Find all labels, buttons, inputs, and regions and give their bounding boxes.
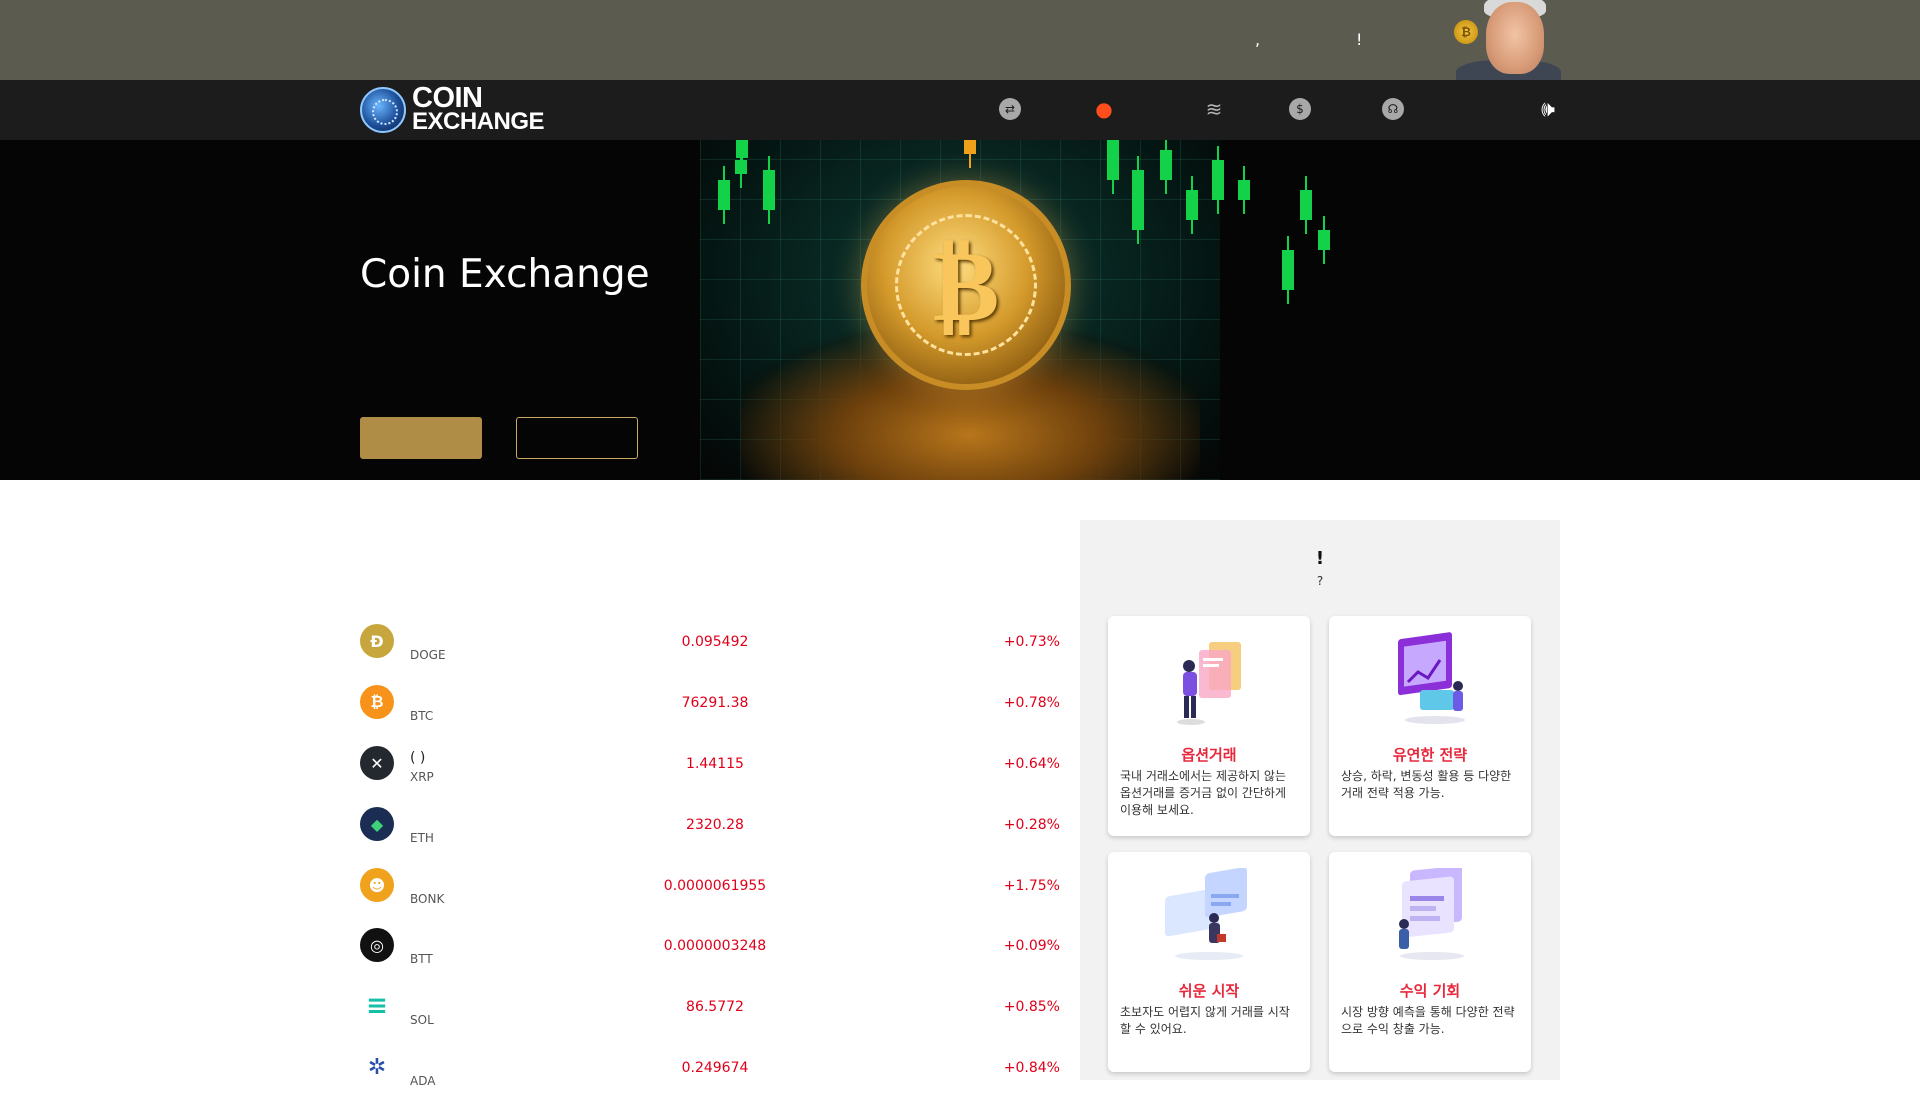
coin-symbol: BONK (410, 892, 445, 906)
exchange-icon[interactable]: ⇄ (999, 98, 1021, 120)
options-trading-illustration (1177, 642, 1241, 725)
panel-heading: ! (1315, 548, 1325, 569)
btt-icon: ◎ (360, 928, 394, 962)
support-icon[interactable]: ☊ (1382, 98, 1404, 120)
coin-price: 0.0000003248 (663, 938, 767, 954)
coin-change: +0.84% (1003, 1060, 1060, 1076)
fire-icon[interactable]: ● (1093, 97, 1115, 121)
coin-change: +0.09% (1003, 938, 1060, 954)
coin-change: +0.28% (1003, 817, 1060, 833)
card-title: 유연한 전략 (1392, 746, 1468, 764)
hero-primary-button[interactable] (360, 417, 482, 459)
coin-symbol: ETH (410, 831, 434, 845)
navbar: COIN EXCHANGE ⇄ ● ≋ $ ☊ 🕪 (0, 80, 1920, 140)
coin-symbol: DOGE (410, 648, 446, 662)
coin-symbol: ADA (410, 1074, 436, 1088)
coin-change: +1.75% (1003, 878, 1060, 894)
strategy-illustration (1398, 632, 1465, 724)
coin-row-btc[interactable]: ₿ BTC 76291.38 +0.78% (360, 685, 1060, 735)
hero-title: Coin Exchange (360, 252, 650, 297)
easy-start-illustration (1165, 868, 1247, 960)
features-panel: ! ? 옵션거래 국내 거래소에서는 제공하지 않는 옵션거래를 증거금 없이 … (1080, 520, 1560, 1080)
dollar-icon[interactable]: $ (1289, 98, 1311, 120)
coin-price: 0.0000061955 (663, 878, 767, 894)
promo-text-exclaim: ! (1356, 30, 1363, 49)
bitcoin-icon: ₿ (1454, 20, 1478, 44)
globe-logo-icon (360, 87, 406, 133)
feature-card-easy-start[interactable]: 쉬운 시작 초보자도 어렵지 않게 거래를 시작할 수 있어요. (1108, 852, 1310, 1072)
bonk-icon: ☻ (360, 868, 394, 902)
hero-banner: ₿ Coin Exchange (0, 140, 1920, 480)
card-title: 수익 기회 (1399, 982, 1461, 1000)
coin-row-sol[interactable]: ≡ SOL 86.5772 +0.85% (360, 989, 1060, 1039)
card-title: 옵션거래 (1181, 746, 1237, 764)
logo-line-1: COIN (412, 82, 483, 114)
coin-symbol: XRP (410, 770, 434, 784)
coin-price: 0.095492 (681, 634, 749, 650)
ada-icon: ✲ (360, 1050, 394, 1084)
sol-icon: ≡ (360, 989, 394, 1023)
feature-card-options[interactable]: 옵션거래 국내 거래소에서는 제공하지 않는 옵션거래를 증거금 없이 간단하게… (1108, 616, 1310, 836)
coin-change: +0.85% (1003, 999, 1060, 1015)
feature-card-profit[interactable]: 수익 기회 시장 방향 예측을 통해 다양한 전략으로 수익 창출 가능. (1329, 852, 1531, 1072)
site-logo[interactable]: COIN EXCHANGE (360, 82, 545, 135)
hero-secondary-button[interactable] (516, 417, 638, 459)
coin-price: 86.5772 (686, 999, 744, 1015)
promo-text-comma: , (1255, 30, 1261, 49)
doge-icon: Ð (360, 624, 394, 658)
sound-icon[interactable]: 🕪 (1534, 97, 1562, 122)
card-description: 국내 거래소에서는 제공하지 않는 옵션거래를 증거금 없이 간단하게 이용해 … (1120, 769, 1287, 817)
profit-illustration (1399, 868, 1464, 960)
coin-symbol: BTT (410, 952, 433, 966)
promo-banner[interactable]: , ! ₿ (0, 0, 1920, 80)
coin-row-xrp[interactable]: ✕ ( ) XRP 1.44115 +0.64% (360, 746, 1060, 796)
xrp-icon: ✕ (360, 746, 394, 780)
card-title: 쉬운 시작 (1178, 982, 1240, 1000)
card-description: 시장 방향 예측을 통해 다양한 전략으로 수익 창출 가능. (1341, 1005, 1515, 1036)
eth-icon: ◆ (360, 807, 394, 841)
coin-symbol: SOL (410, 1013, 434, 1027)
logo-line-2: EXCHANGE (412, 108, 545, 135)
coin-price: 2320.28 (686, 817, 744, 833)
coin-price: 0.249674 (681, 1060, 749, 1076)
coin-row-doge[interactable]: Ð DOGE 0.095492 +0.73% (360, 624, 1060, 674)
coin-symbol: BTC (410, 709, 434, 723)
coin-row-btt[interactable]: ◎ BTT 0.0000003248 +0.09% (360, 928, 1060, 978)
coin-price: 1.44115 (686, 756, 744, 772)
coin-row-ada[interactable]: ✲ ADA 0.249674 +0.84% (360, 1050, 1060, 1100)
coin-change: +0.64% (1003, 756, 1060, 772)
coin-row-eth[interactable]: ◆ ETH 2320.28 +0.28% (360, 807, 1060, 857)
btc-icon: ₿ (360, 685, 394, 719)
card-description: 초보자도 어렵지 않게 거래를 시작할 수 있어요. (1120, 1005, 1290, 1036)
promo-person-image: ₿ (1438, 0, 1561, 80)
panel-subheading: ? (1316, 574, 1324, 588)
coin-change: +0.78% (1003, 695, 1060, 711)
coin-row-bonk[interactable]: ☻ BONK 0.0000061955 +1.75% (360, 868, 1060, 918)
bitcoin-hero-image: ₿ (861, 180, 1071, 390)
coin-name: ( ) (410, 750, 426, 766)
card-description: 상승, 하락, 변동성 활용 등 다양한 거래 전략 적용 가능. (1341, 769, 1512, 800)
logo-text: COIN EXCHANGE (412, 82, 545, 135)
coin-price: 76291.38 (681, 695, 749, 711)
layers-icon[interactable]: ≋ (1203, 97, 1225, 121)
feature-card-strategy[interactable]: 유연한 전략 상승, 하락, 변동성 활용 등 다양한 거래 전략 적용 가능. (1329, 616, 1531, 836)
coin-change: +0.73% (1003, 634, 1060, 650)
